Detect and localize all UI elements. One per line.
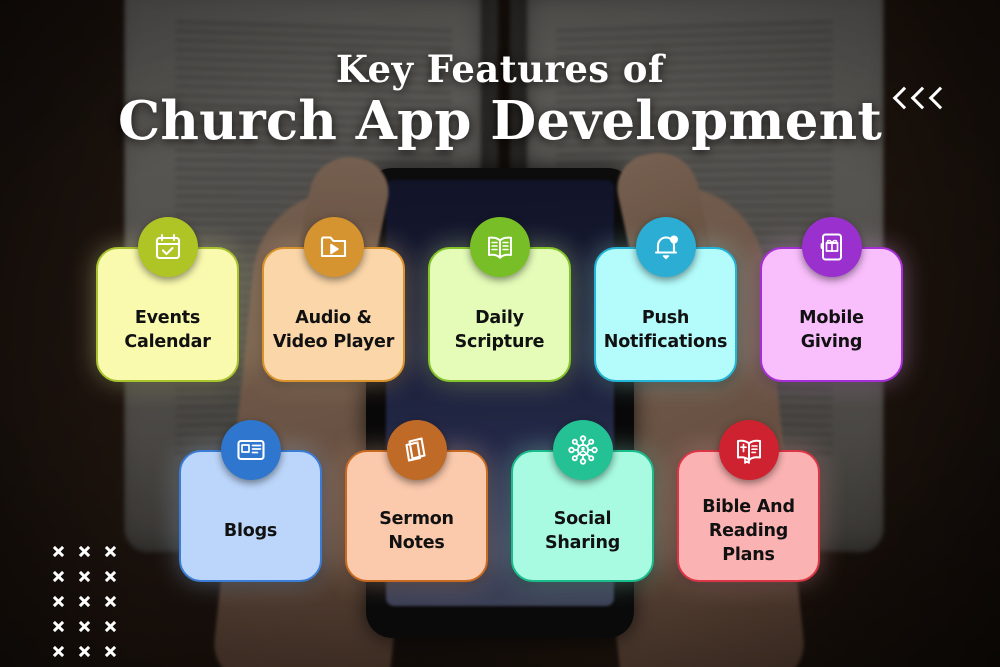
- bell-notification-icon: [636, 217, 696, 277]
- feature-card-label: Audio & Video Player: [273, 307, 394, 355]
- x-mark-grid-decoration: [48, 540, 126, 665]
- chevron-left-icon: [929, 84, 944, 114]
- x-mark-icon: [48, 540, 74, 565]
- mobile-gift-icon: [802, 217, 862, 277]
- feature-card-blogs[interactable]: Blogs: [179, 450, 322, 582]
- video-folder-play-icon: [304, 217, 364, 277]
- title-line-1: Key Features of: [0, 50, 1000, 90]
- social-network-share-icon: [553, 420, 613, 480]
- feature-card-bible-reading-plans[interactable]: Bible And Reading Plans: [677, 450, 820, 582]
- page-title: Key Features of Church App Development: [0, 50, 1000, 152]
- x-mark-icon: [74, 640, 100, 665]
- feature-card-push-notifications[interactable]: Push Notifications: [594, 247, 737, 382]
- chevron-left-icon-group: [893, 84, 944, 114]
- chevron-left-icon: [893, 84, 908, 114]
- feature-card-label: Mobile Giving: [799, 307, 864, 355]
- bible-cross-icon: [719, 420, 779, 480]
- feature-card-audio-video-player[interactable]: Audio & Video Player: [262, 247, 405, 382]
- chevron-left-icon: [911, 84, 926, 114]
- x-mark-icon: [48, 565, 74, 590]
- x-mark-icon: [48, 640, 74, 665]
- x-mark-icon: [100, 640, 126, 665]
- x-mark-icon: [100, 565, 126, 590]
- feature-card-label: Sermon Notes: [379, 508, 454, 556]
- feature-card-label: Social Sharing: [545, 508, 620, 556]
- feature-card-label: Events Calendar: [124, 307, 210, 355]
- feature-card-label: Push Notifications: [604, 307, 728, 355]
- x-mark-icon: [74, 565, 100, 590]
- title-line-2: Church App Development: [0, 90, 1000, 153]
- x-mark-icon: [74, 540, 100, 565]
- blog-article-icon: [221, 420, 281, 480]
- x-mark-icon: [74, 615, 100, 640]
- x-mark-icon: [48, 615, 74, 640]
- x-mark-icon: [74, 590, 100, 615]
- feature-card-social-sharing[interactable]: Social Sharing: [511, 450, 654, 582]
- sermon-notes-icon: [387, 420, 447, 480]
- infographic-canvas: Key Features of Church App Development E…: [0, 0, 1000, 667]
- x-mark-icon: [100, 615, 126, 640]
- feature-card-daily-scripture[interactable]: Daily Scripture: [428, 247, 571, 382]
- feature-card-sermon-notes[interactable]: Sermon Notes: [345, 450, 488, 582]
- feature-card-mobile-giving[interactable]: Mobile Giving: [760, 247, 903, 382]
- open-book-icon: [470, 217, 530, 277]
- x-mark-icon: [100, 590, 126, 615]
- x-mark-icon: [100, 540, 126, 565]
- feature-card-label: Blogs: [224, 520, 277, 544]
- feature-card-events-calendar[interactable]: Events Calendar: [96, 247, 239, 382]
- feature-card-label: Daily Scripture: [455, 307, 545, 355]
- feature-card-label: Bible And Reading Plans: [687, 496, 810, 567]
- x-mark-icon: [48, 590, 74, 615]
- calendar-check-icon: [138, 217, 198, 277]
